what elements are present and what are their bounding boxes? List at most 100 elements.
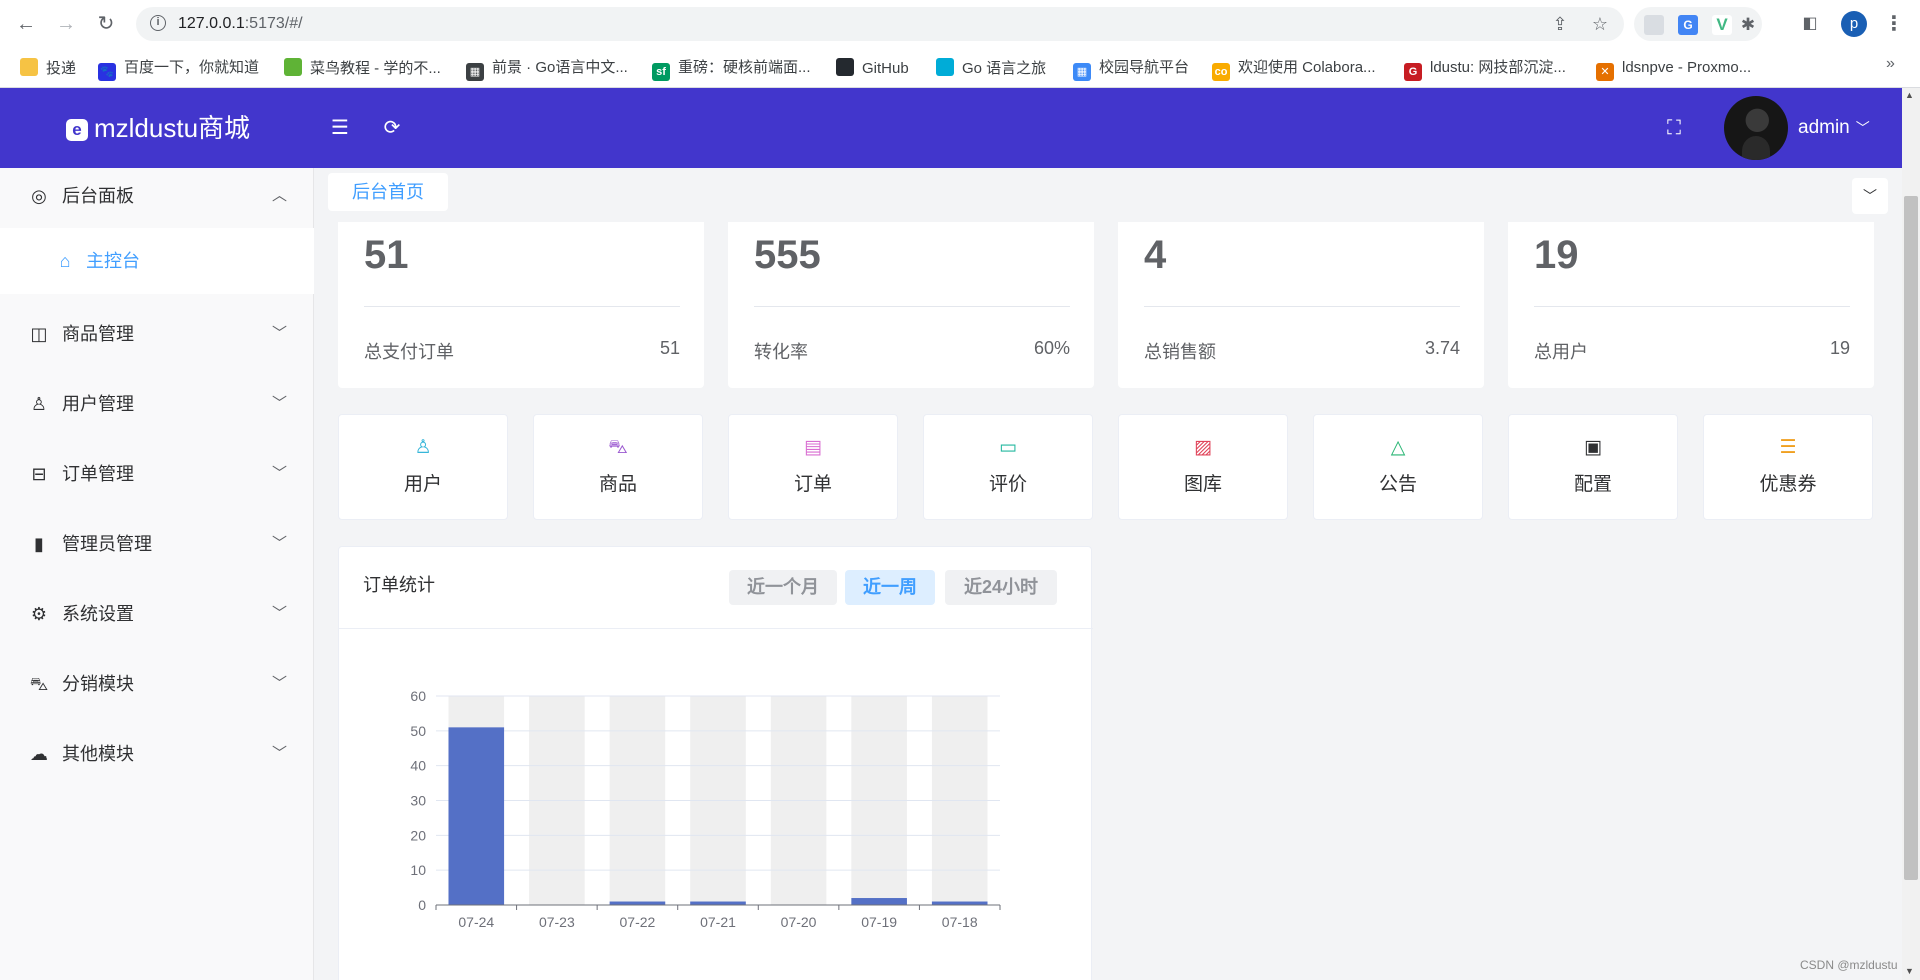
sidebar-item[interactable]: ▮ 管理员管理 ﹀ xyxy=(0,516,314,572)
user-name: admin xyxy=(1798,117,1850,138)
sidebar-item[interactable]: ♙ 用户管理 ﹀ xyxy=(0,376,314,432)
bookmarks-bar: 投递 🐾 百度一下，你就知道 菜鸟教程 - 学的不... ▦ 前景 · Go语言中文...… xyxy=(0,47,1920,88)
stat-sub-value: 19 xyxy=(1829,338,1850,358)
url-host: 127.0.0.1 xyxy=(178,15,245,32)
tab-dashboard-home[interactable]: 后台首页 xyxy=(328,173,448,211)
bookmark-item[interactable]: GitHub xyxy=(836,58,909,78)
brand-icon: e xyxy=(66,119,88,141)
sidebar-item[interactable]: ⌂ 主控台 xyxy=(0,228,314,294)
address-bar[interactable]: i 127.0.0.1:5173/#/ ⇪ ☆ xyxy=(136,7,1624,41)
chevron-down-icon: ﹀ xyxy=(1855,120,1870,136)
bookmark-label: 菜鸟教程 - 学的不... xyxy=(310,60,441,77)
forward-icon[interactable]: → xyxy=(54,12,78,36)
user-avatar[interactable] xyxy=(1724,96,1788,160)
quick-nav-card[interactable]: ▨ 图库 xyxy=(1118,414,1288,520)
bookmark-label: 欢迎使用 Colabora... xyxy=(1238,59,1376,76)
cloud-icon: ☁ xyxy=(30,744,48,764)
collapse-menu-icon[interactable]: ☰ xyxy=(328,116,352,140)
stat-value: 555 xyxy=(754,233,821,277)
bookmark-item[interactable]: 菜鸟教程 - 学的不... xyxy=(284,58,441,78)
bookmark-star-icon[interactable]: ☆ xyxy=(1590,14,1610,34)
quick-nav-card[interactable]: △ 公告 xyxy=(1313,414,1483,520)
refresh-icon[interactable]: ⟳ xyxy=(380,116,404,140)
tab-dropdown-chevron-icon[interactable]: ﹀ xyxy=(1852,178,1888,214)
quick-nav-card[interactable]: ♙ 用户 xyxy=(338,414,508,520)
extension-blank-icon[interactable] xyxy=(1644,15,1664,35)
stat-card: 19 总用户 19 xyxy=(1508,222,1874,388)
brand-logo[interactable]: e mzldustu商城 xyxy=(66,112,250,144)
bookmark-item[interactable]: ✕ ldsnpve - Proxmo... xyxy=(1596,58,1751,81)
share-icon[interactable]: ⇪ xyxy=(1550,14,1570,34)
colab-icon: co xyxy=(1212,63,1230,81)
x-tick-label: 07-20 xyxy=(781,914,817,930)
bookmark-item[interactable]: ▦ 校园导航平台 xyxy=(1073,58,1189,81)
book-icon: ▦ xyxy=(466,63,484,81)
x-tick-label: 07-19 xyxy=(861,914,897,930)
sidebar-item[interactable]: ⚙ 系统设置 ﹀ xyxy=(0,586,314,642)
extensions-puzzle-icon[interactable]: ✱ xyxy=(1738,15,1758,35)
stat-divider xyxy=(1144,306,1460,307)
scroll-down-arrow-icon[interactable]: ▼ xyxy=(1905,966,1914,976)
sidebar-item[interactable]: ☁ 其他模块 ﹀ xyxy=(0,726,314,782)
quick-nav-card[interactable]: ▭ 评价 xyxy=(923,414,1093,520)
bookmark-item[interactable]: ▦ 前景 · Go语言中文... xyxy=(466,58,628,81)
stat-label: 转化率 xyxy=(754,342,808,362)
proxmox-icon: ✕ xyxy=(1596,63,1614,81)
bookmark-item[interactable]: 投递 xyxy=(20,58,76,78)
sidebar-item[interactable]: ⛍ 分销模块 ﹀ xyxy=(0,656,314,712)
range-button-week[interactable]: 近一周 xyxy=(845,570,935,605)
quick-nav-card[interactable]: ▣ 配置 xyxy=(1508,414,1678,520)
cart-icon: ⛍ xyxy=(29,674,49,694)
address-row: ← → ↻ i 127.0.0.1:5173/#/ ⇪ ☆ G V ✱ ◧ p … xyxy=(0,0,1920,47)
chart-bar xyxy=(448,727,505,905)
fullscreen-icon[interactable]: ⛶ xyxy=(1662,116,1686,140)
sidebar-item[interactable]: ◫ 商品管理 ﹀ xyxy=(0,306,314,362)
bookmark-item[interactable]: sf 重磅：硬核前端面... xyxy=(652,58,811,81)
sidebar-item-label: 系统设置 xyxy=(62,604,134,624)
bookmark-label: GitHub xyxy=(862,60,909,77)
folder-icon xyxy=(20,58,38,76)
sidebar-item-label: 其他模块 xyxy=(62,744,134,764)
range-button-month[interactable]: 近一个月 xyxy=(729,570,837,605)
quick-nav-card[interactable]: ▤ 订单 xyxy=(728,414,898,520)
user-menu[interactable]: admin ﹀ xyxy=(1798,115,1870,141)
translate-extension-icon[interactable]: G xyxy=(1678,15,1698,35)
stat-card: 4 总销售额 3.74 xyxy=(1118,222,1484,388)
profile-avatar[interactable]: p xyxy=(1841,11,1867,37)
stat-label: 总支付订单 xyxy=(364,342,454,362)
bookmark-item[interactable]: Go 语言之旅 xyxy=(936,58,1046,78)
stat-sub-value: 3.74 xyxy=(1424,338,1460,358)
reload-icon[interactable]: ↻ xyxy=(94,12,118,36)
shopping-bag-icon: ◫ xyxy=(30,324,48,344)
stat-card: 555 转化率 60% xyxy=(728,222,1094,388)
baidu-paw-icon: 🐾 xyxy=(98,63,116,81)
scroll-up-arrow-icon[interactable]: ▲ xyxy=(1905,90,1914,100)
sidebar-item[interactable]: ◎ 后台面板 ︿ xyxy=(0,168,314,224)
bookmark-label: ldustu: 网技部沉淀... xyxy=(1430,59,1566,76)
range-button-24h[interactable]: 近24小时 xyxy=(945,570,1057,605)
quick-nav-card[interactable]: ⛍ 商品 xyxy=(533,414,703,520)
site-info-icon[interactable]: i xyxy=(150,15,166,31)
bookmarks-overflow-icon[interactable]: » xyxy=(1886,55,1895,73)
chart-bar xyxy=(931,901,988,905)
y-tick-label: 10 xyxy=(410,862,426,878)
x-tick-label: 07-18 xyxy=(942,914,978,930)
github-icon xyxy=(836,58,854,76)
side-panel-icon[interactable]: ◧ xyxy=(1798,12,1822,36)
stat-card: 51 总支付订单 51 xyxy=(338,222,704,388)
stat-sub-value: 60% xyxy=(1033,338,1070,358)
quick-nav-card[interactable]: ☰ 优惠券 xyxy=(1703,414,1873,520)
browser-menu-icon[interactable]: ⋮ xyxy=(1884,11,1904,37)
bookmark-label: Go 语言之旅 xyxy=(962,60,1047,77)
chevron-down-icon: ﹀ xyxy=(272,605,288,622)
url-text[interactable]: 127.0.0.1:5173/#/ xyxy=(178,15,303,33)
bookmark-item[interactable]: 🐾 百度一下，你就知道 xyxy=(98,58,259,81)
vue-devtools-icon[interactable]: V xyxy=(1712,15,1732,35)
bookmark-item[interactable]: Gldustu: 网技部沉淀... xyxy=(1404,58,1566,81)
quick-nav-label: 优惠券 xyxy=(1759,474,1817,495)
page-scrollbar-thumb[interactable] xyxy=(1904,196,1918,880)
back-icon[interactable]: ← xyxy=(14,12,38,36)
chevron-up-icon: ︿ xyxy=(272,187,288,204)
bookmark-item[interactable]: co 欢迎使用 Colabora... xyxy=(1212,58,1376,81)
sidebar-item[interactable]: ⊟ 订单管理 ﹀ xyxy=(0,446,314,502)
